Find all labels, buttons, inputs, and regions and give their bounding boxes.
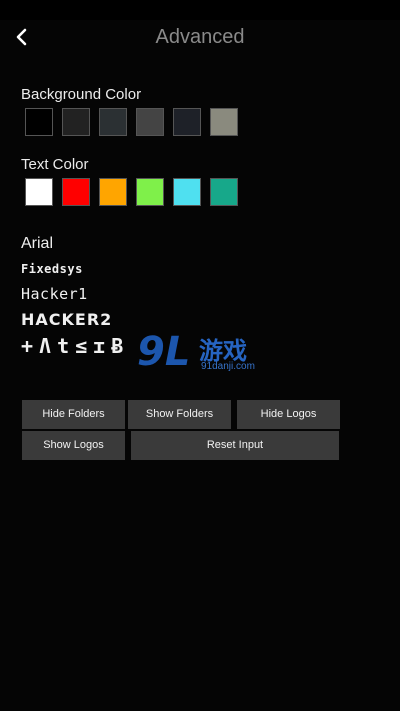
text-color-label: Text Color: [21, 156, 89, 173]
background-color-swatch-5[interactable]: [173, 108, 201, 136]
background-color-swatch-6[interactable]: [210, 108, 238, 136]
text-color-swatch-5[interactable]: [173, 178, 201, 206]
font-option-fixedsys[interactable]: Fixedsys: [21, 262, 83, 276]
background-color-swatch-4[interactable]: [136, 108, 164, 136]
background-color-swatch-2[interactable]: [62, 108, 90, 136]
show-folders-button[interactable]: Show Folders: [128, 400, 231, 429]
text-color-swatch-4[interactable]: [136, 178, 164, 206]
font-option-glyph[interactable]: +Ʌt≤ɪɃ: [21, 334, 129, 358]
status-bar: [0, 0, 400, 20]
background-color-swatch-1[interactable]: [25, 108, 53, 136]
font-option-hacker1[interactable]: Hacker1: [21, 285, 88, 303]
watermark-mark: 9L: [137, 329, 191, 375]
font-option-hacker2[interactable]: HACKER2: [21, 310, 112, 329]
text-color-swatch-6[interactable]: [210, 178, 238, 206]
font-option-arial[interactable]: Arial: [21, 235, 53, 253]
text-color-swatches: [25, 178, 238, 206]
page-title: Advanced: [155, 26, 245, 48]
background-color-label: Background Color: [21, 86, 142, 103]
background-color-swatches: [25, 108, 238, 136]
hide-logos-button[interactable]: Hide Logos: [237, 400, 340, 429]
text-color-swatch-3[interactable]: [99, 178, 127, 206]
watermark-logo: 9L 游戏 91danji.com: [137, 329, 269, 379]
show-logos-button[interactable]: Show Logos: [22, 431, 125, 460]
background-color-swatch-3[interactable]: [99, 108, 127, 136]
reset-input-button[interactable]: Reset Input: [131, 431, 339, 460]
hide-folders-button[interactable]: Hide Folders: [22, 400, 125, 429]
top-bar: Advanced: [0, 20, 400, 56]
text-color-swatch-2[interactable]: [62, 178, 90, 206]
watermark-url: 91danji.com: [201, 361, 255, 372]
text-color-swatch-1[interactable]: [25, 178, 53, 206]
